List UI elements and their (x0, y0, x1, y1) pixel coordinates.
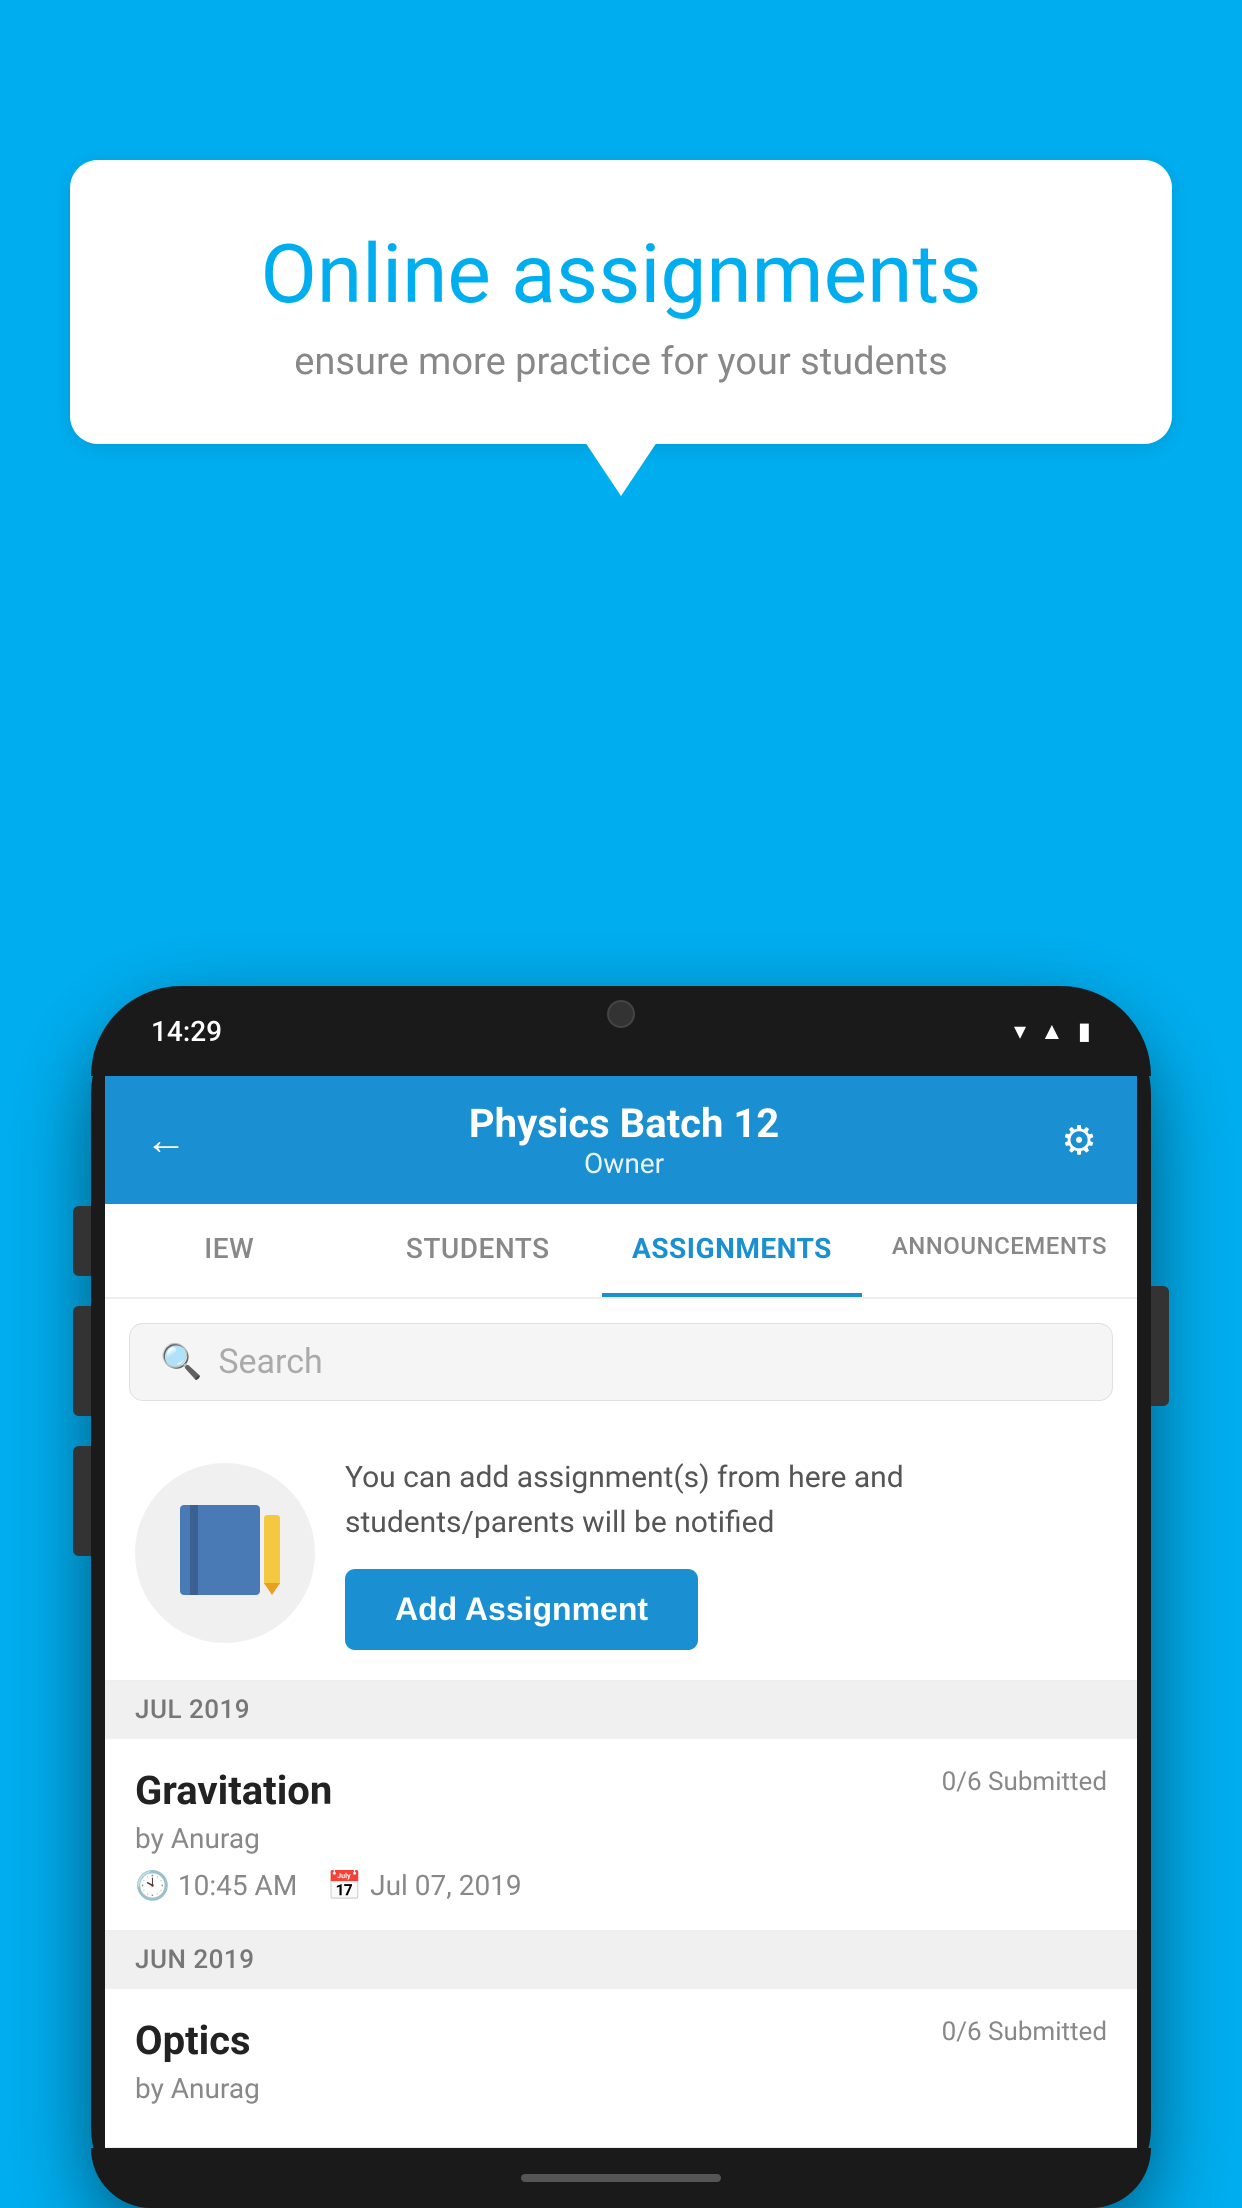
back-button[interactable]: ← (145, 1116, 187, 1165)
search-container: 🔍 Search (105, 1299, 1137, 1425)
pencil-icon (264, 1515, 280, 1585)
phone-frame: 14:29 ▾ ▲ ▮ ← Physics Batch 12 Owner ⚙ (91, 986, 1151, 2208)
status-time: 14:29 (151, 1015, 222, 1048)
app-header: ← Physics Batch 12 Owner ⚙ (105, 1076, 1137, 1204)
add-assignment-promo: You can add assignment(s) from here and … (105, 1425, 1137, 1681)
assignment-name-gravitation: Gravitation (135, 1767, 332, 1814)
speech-bubble-wrapper: Online assignments ensure more practice … (70, 160, 1172, 444)
volume-up-button (73, 1306, 91, 1416)
batch-title: Physics Batch 12 (187, 1100, 1061, 1147)
add-assignment-description: You can add assignment(s) from here and … (345, 1455, 1107, 1545)
silent-button (73, 1206, 91, 1276)
tab-assignments[interactable]: ASSIGNMENTS (602, 1204, 862, 1297)
phone-screen: ← Physics Batch 12 Owner ⚙ IEW STUDENTS … (105, 1076, 1137, 2148)
add-assignment-text: You can add assignment(s) from here and … (345, 1455, 1107, 1650)
battery-icon: ▮ (1078, 1017, 1091, 1045)
add-assignment-button[interactable]: Add Assignment (345, 1569, 698, 1650)
search-bar[interactable]: 🔍 Search (129, 1323, 1113, 1401)
clock-icon: 🕙 (135, 1869, 170, 1902)
notebook-icon (180, 1505, 260, 1595)
status-bar: 14:29 ▾ ▲ ▮ (91, 986, 1151, 1076)
batch-subtitle: Owner (187, 1147, 1061, 1180)
assignment-time-gravitation: 🕙 10:45 AM (135, 1869, 297, 1902)
calendar-icon: 📅 (327, 1869, 362, 1902)
assignment-icon-circle (135, 1463, 315, 1643)
phone-camera (607, 1000, 635, 1028)
wifi-icon: ▾ (1014, 1017, 1026, 1045)
tab-iew[interactable]: IEW (105, 1204, 354, 1297)
power-button (1151, 1286, 1169, 1406)
volume-down-button (73, 1446, 91, 1556)
tabs-bar: IEW STUDENTS ASSIGNMENTS ANNOUNCEMENTS (105, 1204, 1137, 1299)
speech-bubble: Online assignments ensure more practice … (70, 160, 1172, 444)
assignment-by-optics: by Anurag (135, 2072, 1107, 2105)
home-indicator (521, 2174, 721, 2182)
assignment-name-optics: Optics (135, 2017, 251, 2064)
tab-announcements[interactable]: ANNOUNCEMENTS (862, 1204, 1137, 1297)
search-placeholder: Search (218, 1342, 322, 1382)
section-header-jun: JUN 2019 (105, 1931, 1137, 1989)
signal-icon: ▲ (1040, 1017, 1064, 1046)
tab-students[interactable]: STUDENTS (354, 1204, 603, 1297)
assignment-date-gravitation: 📅 Jul 07, 2019 (327, 1869, 521, 1902)
assignment-item-top: Gravitation 0/6 Submitted (135, 1767, 1107, 1814)
assignment-submitted-optics: 0/6 Submitted (942, 2017, 1107, 2047)
speech-bubble-subtitle: ensure more practice for your students (150, 340, 1092, 384)
header-center: Physics Batch 12 Owner (187, 1100, 1061, 1180)
settings-button[interactable]: ⚙ (1061, 1117, 1097, 1164)
assignment-meta-gravitation: 🕙 10:45 AM 📅 Jul 07, 2019 (135, 1869, 1107, 1902)
phone-bottom-bar (91, 2148, 1151, 2208)
phone-wrapper: 14:29 ▾ ▲ ▮ ← Physics Batch 12 Owner ⚙ (91, 986, 1151, 2208)
assignment-item-top-optics: Optics 0/6 Submitted (135, 2017, 1107, 2064)
speech-bubble-title: Online assignments (150, 230, 1092, 320)
search-icon: 🔍 (160, 1342, 202, 1382)
section-header-jul: JUL 2019 (105, 1681, 1137, 1739)
assignment-by-gravitation: by Anurag (135, 1822, 1107, 1855)
assignment-item-gravitation[interactable]: Gravitation 0/6 Submitted by Anurag 🕙 10… (105, 1739, 1137, 1931)
assignment-item-optics[interactable]: Optics 0/6 Submitted by Anurag (105, 1989, 1137, 2148)
phone-notch (521, 986, 721, 1041)
assignment-submitted-gravitation: 0/6 Submitted (942, 1767, 1107, 1797)
status-icons: ▾ ▲ ▮ (1014, 1017, 1091, 1046)
